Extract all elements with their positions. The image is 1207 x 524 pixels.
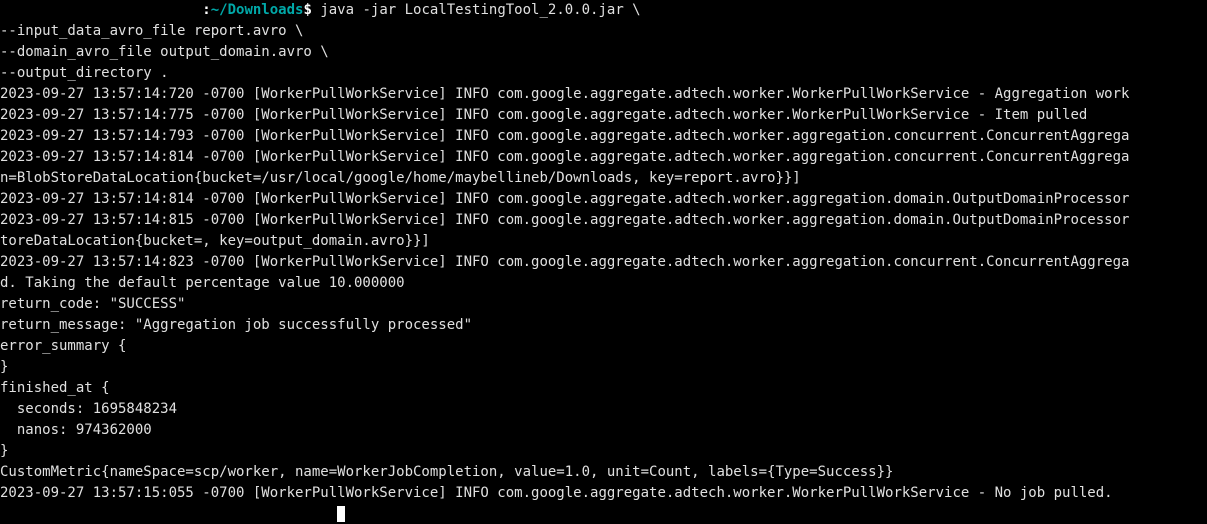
- command-text-3: --domain_avro_file output_domain.avro \: [0, 42, 1207, 63]
- log-line: toreDataLocation{bucket=, key=output_dom…: [0, 231, 1207, 252]
- log-line: n=BlobStoreDataLocation{bucket=/usr/loca…: [0, 168, 1207, 189]
- prompt-dollar: $: [303, 2, 320, 18]
- log-line: 2023-09-27 13:57:14:720 -0700 [WorkerPul…: [0, 84, 1207, 105]
- log-line: nanos: 974362000: [0, 420, 1207, 441]
- log-line: finished_at {: [0, 378, 1207, 399]
- log-line: 2023-09-27 13:57:14:814 -0700 [WorkerPul…: [0, 147, 1207, 168]
- cursor-line: [0, 504, 1207, 524]
- prompt-line-1: :~/Downloads$ java -jar LocalTestingTool…: [0, 0, 1207, 21]
- prompt-path: ~/Downloads: [211, 2, 304, 18]
- command-text-2: --input_data_avro_file report.avro \: [0, 21, 1207, 42]
- log-line: 2023-09-27 13:57:14:814 -0700 [WorkerPul…: [0, 189, 1207, 210]
- log-line: }: [0, 357, 1207, 378]
- log-line: seconds: 1695848234: [0, 399, 1207, 420]
- command-text-1: java -jar LocalTestingTool_2.0.0.jar \: [320, 2, 640, 18]
- log-line: return_code: "SUCCESS": [0, 294, 1207, 315]
- log-line: 2023-09-27 13:57:14:775 -0700 [WorkerPul…: [0, 105, 1207, 126]
- log-line: 2023-09-27 13:57:15:055 -0700 [WorkerPul…: [0, 483, 1207, 504]
- log-line: CustomMetric{nameSpace=scp/worker, name=…: [0, 462, 1207, 483]
- log-line: }: [0, 441, 1207, 462]
- log-line: 2023-09-27 13:57:14:793 -0700 [WorkerPul…: [0, 126, 1207, 147]
- prompt-colon: :: [202, 2, 210, 18]
- log-line: 2023-09-27 13:57:14:823 -0700 [WorkerPul…: [0, 252, 1207, 273]
- terminal-window[interactable]: :~/Downloads$ java -jar LocalTestingTool…: [0, 0, 1207, 524]
- log-line: error_summary {: [0, 336, 1207, 357]
- log-line: 2023-09-27 13:57:14:815 -0700 [WorkerPul…: [0, 210, 1207, 231]
- log-line: return_message: "Aggregation job success…: [0, 315, 1207, 336]
- redacted-host: [0, 0, 202, 21]
- terminal-cursor: [337, 506, 345, 522]
- command-text-4: --output_directory .: [0, 63, 1207, 84]
- log-text: 2023-09-27 13:57:15:055 -0700 [WorkerPul…: [0, 485, 1113, 501]
- log-line: d. Taking the default percentage value 1…: [0, 273, 1207, 294]
